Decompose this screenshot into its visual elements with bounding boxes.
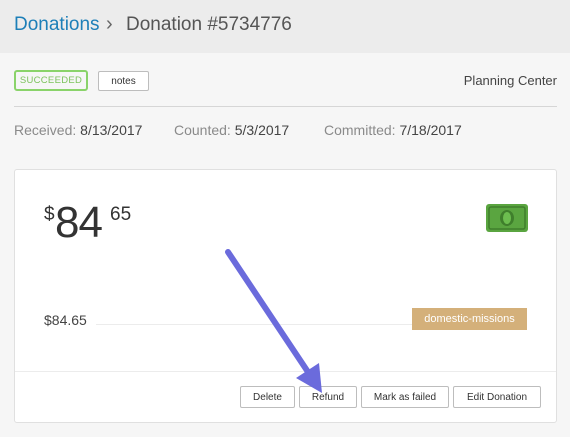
amount-cents: 65	[110, 204, 132, 225]
page-header: Donations › Donation #5734776	[0, 0, 570, 53]
card-footer-divider	[15, 371, 556, 372]
counted-label: Counted:	[174, 122, 231, 138]
fund-amount: $84.65	[44, 312, 87, 328]
received-date: Received: 8/13/2017	[14, 122, 142, 138]
fund-line	[96, 324, 414, 325]
counted-value: 5/3/2017	[234, 122, 290, 138]
received-label: Received:	[14, 122, 77, 138]
refund-button[interactable]: Refund	[299, 386, 357, 408]
counted-date: Counted: 5/3/2017	[174, 122, 289, 138]
organization-name: Planning Center	[463, 73, 557, 88]
currency-symbol: $	[44, 204, 55, 225]
donation-card: $ 84 65 $84.65 domestic-missions Delete …	[14, 169, 557, 423]
committed-label: Committed:	[324, 122, 396, 138]
breadcrumb-donations-link[interactable]: Donations	[14, 14, 100, 36]
received-value: 8/13/2017	[80, 122, 143, 138]
notes-button[interactable]: notes	[98, 71, 149, 91]
status-badge: SUCCEEDED	[14, 70, 88, 91]
page-title: Donation #5734776	[126, 14, 292, 35]
amount-dollars: 84	[55, 198, 103, 247]
edit-donation-button[interactable]: Edit Donation	[453, 386, 541, 408]
fund-tag: domestic-missions	[412, 308, 527, 330]
mark-as-failed-button[interactable]: Mark as failed	[361, 386, 449, 408]
delete-button[interactable]: Delete	[240, 386, 295, 408]
divider	[14, 106, 557, 107]
committed-date: Committed: 7/18/2017	[324, 122, 462, 138]
committed-value: 7/18/2017	[399, 122, 462, 138]
cash-icon	[486, 204, 528, 232]
breadcrumb-separator: ›	[106, 13, 113, 35]
